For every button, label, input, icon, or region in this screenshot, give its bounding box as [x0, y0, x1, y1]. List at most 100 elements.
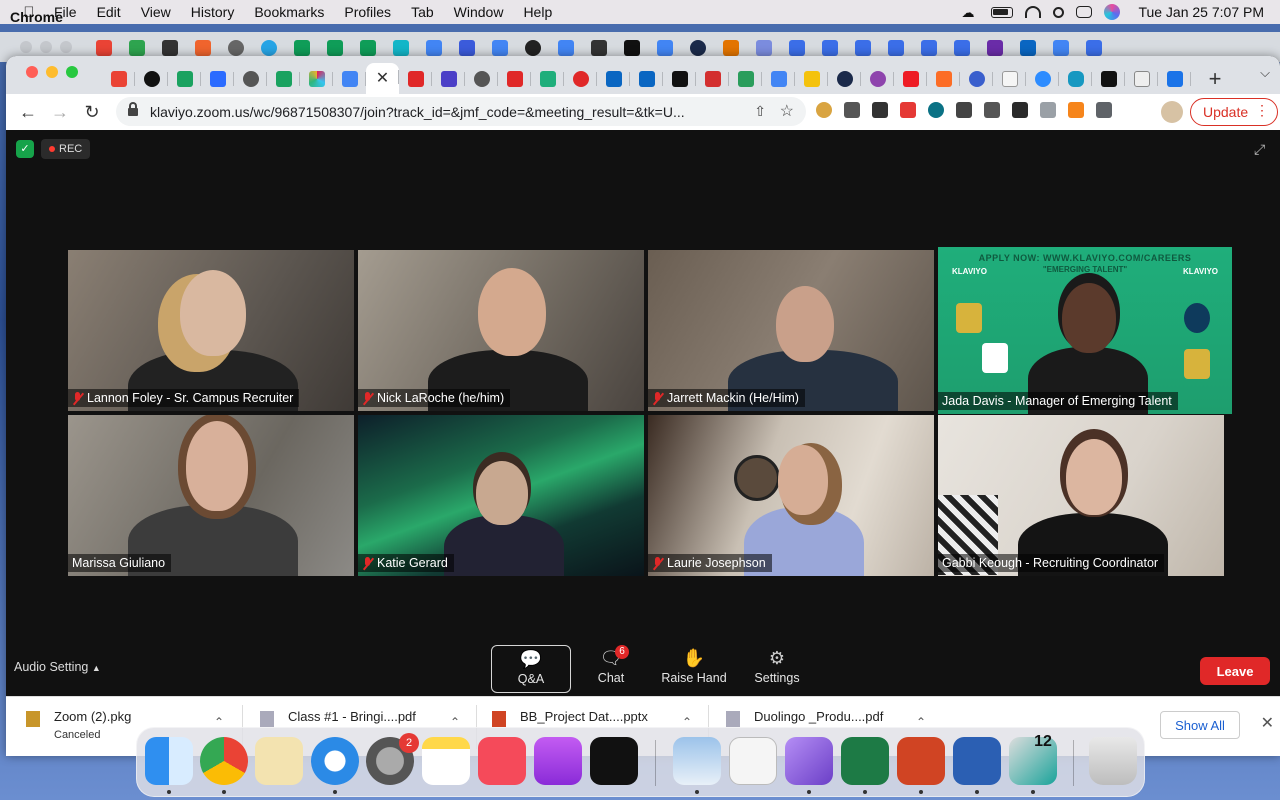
gmail-tab-icon[interactable]: [96, 40, 112, 56]
github-tab-icon[interactable]: [162, 40, 178, 56]
tab-favicon-icon[interactable]: [756, 40, 772, 56]
fullscreen-icon[interactable]: ⤢: [1254, 142, 1268, 156]
menu-app-name[interactable]: Chrome: [0, 9, 63, 57]
tab-favicon[interactable]: [1158, 65, 1191, 93]
google-tab-icon[interactable]: [558, 40, 574, 56]
more-menu-icon[interactable]: ⋮: [1255, 102, 1269, 119]
spotlight-search-icon[interactable]: [1053, 6, 1065, 18]
tab-salesforce[interactable]: [1059, 65, 1092, 93]
tab-favicon-icon[interactable]: [723, 40, 739, 56]
close-icon[interactable]: ✕: [375, 70, 391, 87]
textedit-icon[interactable]: [729, 737, 777, 785]
leave-button[interactable]: Leave: [1200, 657, 1270, 685]
battery-icon[interactable]: [991, 6, 1014, 18]
tab-favicon-icon[interactable]: [624, 40, 640, 56]
recording-indicator[interactable]: REC: [41, 139, 91, 159]
tab-calendar[interactable]: [333, 65, 366, 93]
tab-gmail[interactable]: [102, 65, 135, 93]
chrome-icon[interactable]: [200, 737, 248, 785]
participant-tile[interactable]: Gabbi Keough - Recruiting Coordinator: [938, 415, 1224, 576]
tab-favicon-icon[interactable]: [261, 40, 277, 56]
tab-favicon-icon[interactable]: [954, 40, 970, 56]
tab-webflow[interactable]: [201, 65, 234, 93]
menu-view[interactable]: View: [131, 4, 181, 20]
tab-linkedin[interactable]: [597, 65, 630, 93]
sheets-tab-icon[interactable]: [327, 40, 343, 56]
notes-icon[interactable]: [422, 737, 470, 785]
tab-favicon[interactable]: [531, 65, 564, 93]
settings-button[interactable]: ⚙ Settings: [737, 645, 817, 693]
extension-icon[interactable]: [956, 102, 972, 118]
participant-tile[interactable]: Lannon Foley - Sr. Campus Recruiter: [68, 250, 354, 411]
news-icon[interactable]: [478, 737, 526, 785]
raise-hand-button[interactable]: ✋ Raise Hand: [654, 645, 734, 693]
google-tab-icon[interactable]: [426, 40, 442, 56]
tab-globe[interactable]: [465, 65, 498, 93]
menu-history[interactable]: History: [181, 4, 245, 20]
tab-favicon[interactable]: [696, 65, 729, 93]
tab-favicon-icon[interactable]: [1086, 40, 1102, 56]
extension-icon[interactable]: [900, 102, 916, 118]
tab-favicon[interactable]: [267, 65, 300, 93]
participant-tile[interactable]: Katie Gerard: [358, 415, 644, 576]
tab-threads[interactable]: [135, 65, 168, 93]
react-devtools-icon[interactable]: [928, 102, 944, 118]
update-button[interactable]: Update ⋮: [1190, 98, 1278, 126]
tab-favicon[interactable]: [498, 65, 531, 93]
participant-tile[interactable]: Marissa Giuliano: [68, 415, 354, 576]
window-zoom-icon[interactable]: [66, 66, 78, 78]
menu-help[interactable]: Help: [513, 4, 562, 20]
lock-icon[interactable]: [128, 101, 138, 116]
finder-icon[interactable]: [145, 737, 193, 785]
extension-icon[interactable]: [844, 102, 860, 118]
tab-gitlab[interactable]: [927, 65, 960, 93]
tab-zoom-active[interactable]: ✕: [366, 63, 399, 94]
profile-avatar[interactable]: [1161, 101, 1183, 123]
shield-extension-icon[interactable]: [1040, 102, 1056, 118]
podcasts-icon[interactable]: [534, 737, 582, 785]
tab-favicon[interactable]: [564, 65, 597, 93]
menu-tab[interactable]: Tab: [401, 4, 444, 20]
sheets-tab-icon[interactable]: [294, 40, 310, 56]
google-tab-icon[interactable]: [492, 40, 508, 56]
tab-favicon-icon[interactable]: [690, 40, 706, 56]
tab-favicon[interactable]: [1026, 65, 1059, 93]
excel-icon[interactable]: [841, 737, 889, 785]
chevron-down-icon[interactable]: ⌵: [1260, 65, 1270, 81]
menu-clock[interactable]: Tue Jan 25 7:07 PM: [1138, 4, 1264, 20]
control-center-icon[interactable]: [1076, 6, 1093, 18]
wifi-icon[interactable]: [1025, 6, 1042, 18]
tab-favicon-icon[interactable]: [459, 40, 475, 56]
extension-icon[interactable]: [872, 102, 888, 118]
tab-slack[interactable]: [300, 65, 333, 93]
back-button[interactable]: ←: [12, 102, 44, 123]
globe-tab-icon[interactable]: [228, 40, 244, 56]
address-bar[interactable]: klaviyo.zoom.us/wc/96871508307/join?trac…: [116, 97, 806, 126]
tab-favicon-icon[interactable]: [129, 40, 145, 56]
sheets-tab-icon[interactable]: [360, 40, 376, 56]
menu-window[interactable]: Window: [444, 4, 514, 20]
puzzle-icon[interactable]: [1096, 102, 1112, 118]
show-all-downloads-button[interactable]: Show All: [1160, 711, 1240, 739]
bookmark-star-icon[interactable]: ☆: [780, 101, 794, 121]
cookie-extension-icon[interactable]: [816, 102, 832, 118]
tab-favicon-icon[interactable]: [987, 40, 1003, 56]
participant-tile[interactable]: Nick LaRoche (he/him): [358, 250, 644, 411]
tab-favicon-icon[interactable]: [855, 40, 871, 56]
trash-icon[interactable]: [1089, 737, 1137, 785]
qa-button[interactable]: 💬 Q&A: [491, 645, 571, 693]
tab-favicon-icon[interactable]: [822, 40, 838, 56]
window-minimize-icon[interactable]: [46, 66, 58, 78]
tab-favicon-icon[interactable]: [789, 40, 805, 56]
security-shield-icon[interactable]: ✓: [16, 140, 34, 158]
tab-favicon[interactable]: [828, 65, 861, 93]
tab-favicon-icon[interactable]: [525, 40, 541, 56]
preview-icon[interactable]: [673, 737, 721, 785]
tab-adidas[interactable]: [1092, 65, 1125, 93]
tab-favicon-icon[interactable]: [591, 40, 607, 56]
participant-tile-active-speaker[interactable]: APPLY NOW: WWW.KLAVIYO.COM/CAREERS "EMER…: [938, 247, 1232, 414]
tab-favicon-icon[interactable]: [921, 40, 937, 56]
tab-google[interactable]: [762, 65, 795, 93]
url-text[interactable]: klaviyo.zoom.us/wc/96871508307/join?trac…: [150, 104, 720, 120]
obsidian-icon[interactable]: [785, 737, 833, 785]
